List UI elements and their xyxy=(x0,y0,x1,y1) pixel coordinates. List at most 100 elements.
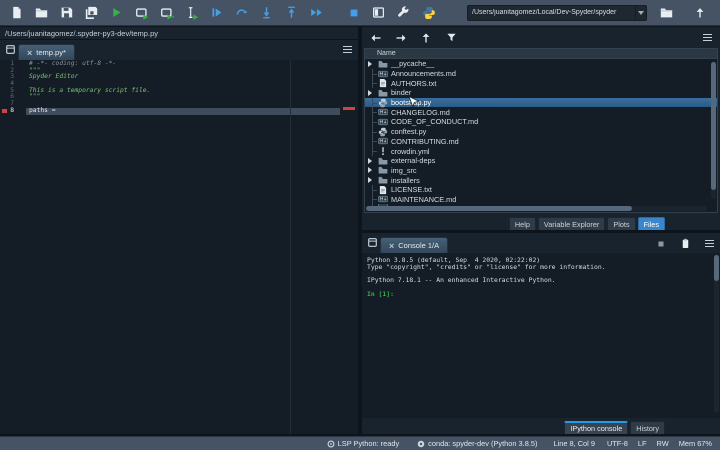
file-row[interactable]: CONTRIBUTING.md xyxy=(365,136,717,147)
file-row[interactable]: __pycache__ xyxy=(365,59,717,69)
tree-connector xyxy=(368,117,378,127)
run-cell-advance-button[interactable] xyxy=(154,2,179,24)
files-vertical-scrollbar[interactable] xyxy=(711,61,716,199)
lsp-status[interactable]: LSP Python: ready xyxy=(327,439,400,448)
tab-ipython-console[interactable]: IPython console xyxy=(564,421,629,434)
file-row[interactable]: AUTHORS.txt xyxy=(365,78,717,88)
file-row[interactable]: installers xyxy=(365,175,717,185)
save-button[interactable] xyxy=(54,2,79,24)
scroll-flag-area[interactable] xyxy=(340,60,358,434)
parent-directory-button[interactable] xyxy=(687,2,712,24)
console-prompt[interactable]: In [1]: xyxy=(367,291,720,298)
tab-help[interactable]: Help xyxy=(508,217,536,230)
file-row[interactable]: img_src xyxy=(365,166,717,176)
up-arrow-icon xyxy=(696,7,703,17)
preferences-button[interactable] xyxy=(391,2,416,24)
code-line: 3 Spyder Editor xyxy=(0,74,340,82)
interpreter-status-text: conda: spyder-dev (Python 3.8.5) xyxy=(428,439,538,448)
run-selection-button[interactable] xyxy=(179,2,204,24)
chevron-right-icon[interactable] xyxy=(368,60,378,67)
python-path-manager-button[interactable] xyxy=(416,2,441,24)
file-row[interactable]: conftest.py xyxy=(365,126,717,137)
file-row[interactable]: crowdin.yml xyxy=(365,146,717,156)
file-row[interactable]: MAINTENANCE.md xyxy=(365,194,717,205)
console-scrollbar[interactable] xyxy=(714,255,719,413)
working-directory-combobox[interactable] xyxy=(467,4,647,21)
files-back-button[interactable] xyxy=(368,30,384,46)
scrollbar-thumb[interactable] xyxy=(366,206,632,211)
file-row[interactable]: LICENSE.txt xyxy=(365,184,717,195)
inspect-icon[interactable] xyxy=(680,238,691,249)
step-return-button[interactable] xyxy=(279,2,304,24)
console-pane: × Console 1/A Python 3.8.5 (default, Sep… xyxy=(362,233,720,434)
file-name: __pycache__ xyxy=(391,59,435,69)
file-row[interactable]: Announcements.md xyxy=(365,68,717,79)
chevron-right-icon[interactable] xyxy=(368,89,378,96)
close-icon[interactable]: × xyxy=(27,48,32,57)
rerun-cell-button[interactable] xyxy=(229,2,254,24)
files-horizontal-scrollbar[interactable] xyxy=(366,206,707,211)
close-icon[interactable]: × xyxy=(389,241,394,250)
files-parent-button[interactable] xyxy=(418,30,434,46)
browse-folder-icon xyxy=(660,8,673,18)
working-directory-input[interactable] xyxy=(468,5,635,20)
tree-connector xyxy=(368,97,378,108)
folder-icon xyxy=(378,167,388,174)
chevron-right-icon[interactable] xyxy=(368,157,378,164)
scrollbar-thumb[interactable] xyxy=(714,255,719,281)
working-directory-dropdown[interactable] xyxy=(635,5,646,20)
mouse-cursor xyxy=(408,96,419,108)
file-row[interactable]: CODE_OF_CONDUCT.md xyxy=(365,117,717,127)
folder-icon xyxy=(378,89,388,97)
run-cell-button[interactable] xyxy=(129,2,154,24)
tab-history[interactable]: History xyxy=(630,421,665,434)
lsp-status-icon xyxy=(327,440,335,447)
scrollbar-thumb[interactable] xyxy=(711,62,716,190)
run-file-button[interactable] xyxy=(104,2,129,24)
step-into-button[interactable] xyxy=(254,2,279,24)
browse-tabs-icon[interactable] xyxy=(5,44,16,55)
interpreter-status[interactable]: conda: spyder-dev (Python 3.8.5) xyxy=(417,439,537,448)
file-name: Announcements.md xyxy=(391,69,456,79)
file-name: crowdin.yml xyxy=(391,146,430,156)
tree-connector xyxy=(368,146,378,156)
console-options-menu-button[interactable] xyxy=(705,239,714,248)
split-window-icon xyxy=(373,7,384,18)
stop-button[interactable] xyxy=(341,2,366,24)
tab-plots[interactable]: Plots xyxy=(607,217,636,230)
new-file-button[interactable] xyxy=(4,2,29,24)
chevron-right-icon[interactable] xyxy=(368,177,378,184)
file-name: img_src xyxy=(391,165,417,175)
chevron-right-icon[interactable] xyxy=(368,167,378,174)
browse-tabs-icon[interactable] xyxy=(367,237,378,248)
files-forward-button[interactable] xyxy=(393,30,409,46)
tab-variable-explorer[interactable]: Variable Explorer xyxy=(537,217,606,230)
interrupt-kernel-icon[interactable] xyxy=(656,239,666,249)
file-row[interactable]: external-deps xyxy=(365,156,717,166)
code-line: 1 # -*- coding: utf-8 -*- xyxy=(0,60,340,68)
files-options-menu-button[interactable] xyxy=(703,34,712,42)
editor-pane: /Users/juanitagomez/.spyder-py3-dev/temp… xyxy=(0,27,358,434)
files-column-header[interactable]: Name xyxy=(365,49,717,59)
maximize-pane-button[interactable] xyxy=(366,2,391,24)
editor-tab-label: temp.py* xyxy=(36,48,66,57)
code-editor[interactable]: 1 # -*- coding: utf-8 -*- 2 """ 3 Spyder Ed… xyxy=(0,60,340,434)
file-name: conftest.py xyxy=(391,127,427,137)
debug-file-button[interactable] xyxy=(204,2,229,24)
open-file-button[interactable] xyxy=(29,2,54,24)
editor-options-menu-button[interactable] xyxy=(343,46,352,54)
continue-execution-button[interactable] xyxy=(304,2,329,24)
tree-connector xyxy=(368,68,378,79)
lsp-status-text: LSP Python: ready xyxy=(337,439,400,448)
browse-directory-button[interactable] xyxy=(654,2,679,24)
file-name: external-deps xyxy=(391,156,436,166)
console-toolbar xyxy=(656,238,714,249)
files-pane: Name __pycache__ Announcements.md AUTHOR… xyxy=(362,27,720,230)
console-tab[interactable]: × Console 1/A xyxy=(380,237,449,253)
console-output[interactable]: Python 3.8.5 (default, Sep 4 2020, 02:22… xyxy=(362,253,720,418)
files-filter-button[interactable] xyxy=(443,30,459,46)
markdown-file-icon xyxy=(378,70,388,77)
tab-files[interactable]: Files xyxy=(637,217,665,230)
save-all-button[interactable] xyxy=(79,2,104,24)
editor-tab-temp-py[interactable]: × temp.py* xyxy=(18,44,75,60)
